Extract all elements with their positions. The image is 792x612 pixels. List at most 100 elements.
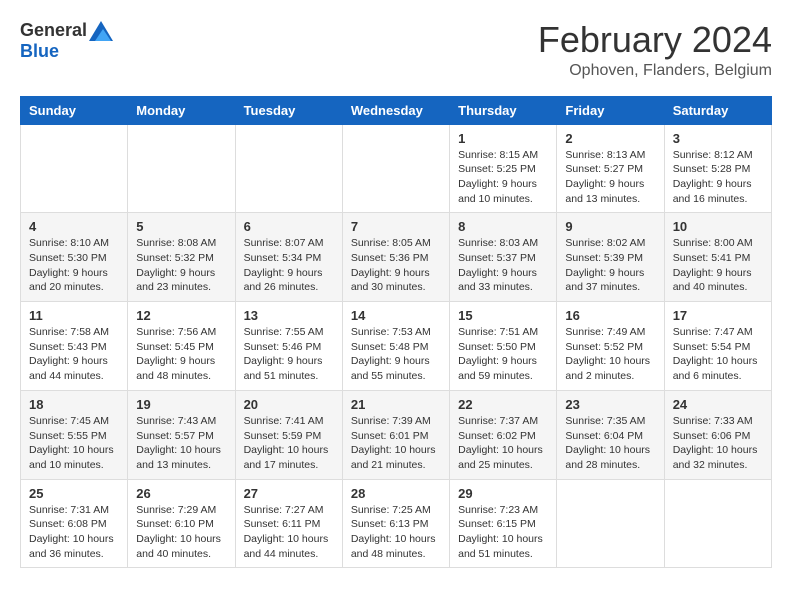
calendar-cell: 6 Sunrise: 8:07 AMSunset: 5:34 PMDaylight… [235, 213, 342, 302]
day-info: Sunrise: 8:12 AMSunset: 5:28 PMDaylight:… [673, 148, 763, 207]
day-number: 1 [458, 131, 548, 146]
weekday-header-sunday: Sunday [21, 96, 128, 124]
day-number: 26 [136, 486, 226, 501]
day-info: Sunrise: 8:03 AMSunset: 5:37 PMDaylight:… [458, 236, 548, 295]
calendar-cell: 21Sunrise: 7:39 AMSunset: 6:01 PMDayligh… [342, 390, 449, 479]
calendar-cell: 26 Sunrise: 7:29 AMSunset: 6:10 PMDayligh… [128, 479, 235, 568]
day-number: 6 [244, 219, 334, 234]
weekday-header-monday: Monday [128, 96, 235, 124]
day-number: 17 [673, 308, 763, 323]
day-info: Sunrise: 7:37 AMSunset: 6:02 PMDaylight:… [458, 414, 548, 473]
day-number: 23 [565, 397, 655, 412]
day-info: Sunrise: 7:47 AMSunset: 5:54 PMDaylight:… [673, 325, 763, 384]
day-number: 13 [244, 308, 334, 323]
calendar-cell: 4 Sunrise: 8:10 AMSunset: 5:30 PMDaylight… [21, 213, 128, 302]
calendar-header-row: SundayMondayTuesdayWednesdayThursdayFrid… [21, 96, 772, 124]
day-number: 11 [29, 308, 119, 323]
day-number: 9 [565, 219, 655, 234]
calendar-cell: 12Sunrise: 7:56 AMSunset: 5:45 PMDayligh… [128, 302, 235, 391]
day-info: Sunrise: 8:00 AMSunset: 5:41 PMDaylight:… [673, 236, 763, 295]
calendar-week-row: 4 Sunrise: 8:10 AMSunset: 5:30 PMDaylight… [21, 213, 772, 302]
calendar-week-row: 18Sunrise: 7:45 AMSunset: 5:55 PMDayligh… [21, 390, 772, 479]
day-number: 24 [673, 397, 763, 412]
day-number: 18 [29, 397, 119, 412]
day-info: Sunrise: 8:08 AMSunset: 5:32 PMDaylight:… [136, 236, 226, 295]
calendar-cell: 11 Sunrise: 7:58 AMSunset: 5:43 PMDayligh… [21, 302, 128, 391]
calendar-cell: 27 Sunrise: 7:27 AMSunset: 6:11 PMDayligh… [235, 479, 342, 568]
day-number: 2 [565, 131, 655, 146]
day-number: 28 [351, 486, 441, 501]
day-info: Sunrise: 7:25 AMSunset: 6:13 PMDaylight:… [351, 503, 441, 562]
logo-general-text: General [20, 20, 87, 41]
calendar-cell: 19 Sunrise: 7:43 AMSunset: 5:57 PMDayligh… [128, 390, 235, 479]
day-number: 3 [673, 131, 763, 146]
calendar-cell: 23Sunrise: 7:35 AMSunset: 6:04 PMDayligh… [557, 390, 664, 479]
calendar-cell: 14 Sunrise: 7:53 AMSunset: 5:48 PMDayligh… [342, 302, 449, 391]
calendar-cell: 13 Sunrise: 7:55 AMSunset: 5:46 PMDayligh… [235, 302, 342, 391]
calendar-cell [664, 479, 771, 568]
weekday-header-wednesday: Wednesday [342, 96, 449, 124]
day-info: Sunrise: 7:33 AMSunset: 6:06 PMDaylight:… [673, 414, 763, 473]
day-info: Sunrise: 7:51 AMSunset: 5:50 PMDaylight:… [458, 325, 548, 384]
calendar-cell: 17 Sunrise: 7:47 AMSunset: 5:54 PMDayligh… [664, 302, 771, 391]
day-info: Sunrise: 8:02 AMSunset: 5:39 PMDaylight:… [565, 236, 655, 295]
day-number: 16 [565, 308, 655, 323]
month-year-title: February 2024 [538, 20, 772, 60]
calendar-cell: 18Sunrise: 7:45 AMSunset: 5:55 PMDayligh… [21, 390, 128, 479]
day-info: Sunrise: 7:58 AMSunset: 5:43 PMDaylight:… [29, 325, 119, 384]
day-number: 15 [458, 308, 548, 323]
day-number: 19 [136, 397, 226, 412]
calendar-table: SundayMondayTuesdayWednesdayThursdayFrid… [20, 96, 772, 569]
day-number: 25 [29, 486, 119, 501]
title-section: February 2024 Ophoven, Flanders, Belgium [538, 20, 772, 80]
calendar-cell: 28 Sunrise: 7:25 AMSunset: 6:13 PMDayligh… [342, 479, 449, 568]
day-number: 14 [351, 308, 441, 323]
day-info: Sunrise: 7:23 AMSunset: 6:15 PMDaylight:… [458, 503, 548, 562]
day-info: Sunrise: 8:13 AMSunset: 5:27 PMDaylight:… [565, 148, 655, 207]
day-info: Sunrise: 7:27 AMSunset: 6:11 PMDaylight:… [244, 503, 334, 562]
calendar-cell: 3 Sunrise: 8:12 AMSunset: 5:28 PMDaylight… [664, 124, 771, 213]
logo-icon [89, 21, 113, 41]
weekday-header-saturday: Saturday [664, 96, 771, 124]
page-header: General Blue February 2024 Ophoven, Flan… [20, 20, 772, 80]
day-info: Sunrise: 7:31 AMSunset: 6:08 PMDaylight:… [29, 503, 119, 562]
day-number: 20 [244, 397, 334, 412]
day-number: 22 [458, 397, 548, 412]
calendar-cell: 9 Sunrise: 8:02 AMSunset: 5:39 PMDaylight… [557, 213, 664, 302]
calendar-cell: 22 Sunrise: 7:37 AMSunset: 6:02 PMDayligh… [450, 390, 557, 479]
calendar-cell: 5 Sunrise: 8:08 AMSunset: 5:32 PMDaylight… [128, 213, 235, 302]
day-info: Sunrise: 8:10 AMSunset: 5:30 PMDaylight:… [29, 236, 119, 295]
calendar-cell: 10 Sunrise: 8:00 AMSunset: 5:41 PMDayligh… [664, 213, 771, 302]
day-info: Sunrise: 7:41 AMSunset: 5:59 PMDaylight:… [244, 414, 334, 473]
calendar-week-row: 1Sunrise: 8:15 AMSunset: 5:25 PMDaylight… [21, 124, 772, 213]
day-info: Sunrise: 8:07 AMSunset: 5:34 PMDaylight:… [244, 236, 334, 295]
day-info: Sunrise: 7:43 AMSunset: 5:57 PMDaylight:… [136, 414, 226, 473]
location-subtitle: Ophoven, Flanders, Belgium [538, 62, 772, 80]
weekday-header-thursday: Thursday [450, 96, 557, 124]
day-number: 10 [673, 219, 763, 234]
calendar-cell [235, 124, 342, 213]
calendar-cell: 2 Sunrise: 8:13 AMSunset: 5:27 PMDaylight… [557, 124, 664, 213]
calendar-cell: 8 Sunrise: 8:03 AMSunset: 5:37 PMDaylight… [450, 213, 557, 302]
calendar-week-row: 11 Sunrise: 7:58 AMSunset: 5:43 PMDayligh… [21, 302, 772, 391]
day-info: Sunrise: 7:56 AMSunset: 5:45 PMDaylight:… [136, 325, 226, 384]
day-info: Sunrise: 7:53 AMSunset: 5:48 PMDaylight:… [351, 325, 441, 384]
day-info: Sunrise: 7:55 AMSunset: 5:46 PMDaylight:… [244, 325, 334, 384]
logo-blue-text: Blue [20, 41, 59, 61]
day-number: 4 [29, 219, 119, 234]
logo: General Blue [20, 20, 113, 62]
day-number: 7 [351, 219, 441, 234]
calendar-week-row: 25 Sunrise: 7:31 AMSunset: 6:08 PMDayligh… [21, 479, 772, 568]
calendar-cell: 20 Sunrise: 7:41 AMSunset: 5:59 PMDayligh… [235, 390, 342, 479]
calendar-cell: 7 Sunrise: 8:05 AMSunset: 5:36 PMDaylight… [342, 213, 449, 302]
day-number: 29 [458, 486, 548, 501]
calendar-cell [21, 124, 128, 213]
calendar-cell [557, 479, 664, 568]
day-number: 8 [458, 219, 548, 234]
calendar-cell: 1Sunrise: 8:15 AMSunset: 5:25 PMDaylight… [450, 124, 557, 213]
day-info: Sunrise: 8:05 AMSunset: 5:36 PMDaylight:… [351, 236, 441, 295]
day-number: 27 [244, 486, 334, 501]
day-info: Sunrise: 7:29 AMSunset: 6:10 PMDaylight:… [136, 503, 226, 562]
calendar-cell: 16Sunrise: 7:49 AMSunset: 5:52 PMDayligh… [557, 302, 664, 391]
day-number: 5 [136, 219, 226, 234]
